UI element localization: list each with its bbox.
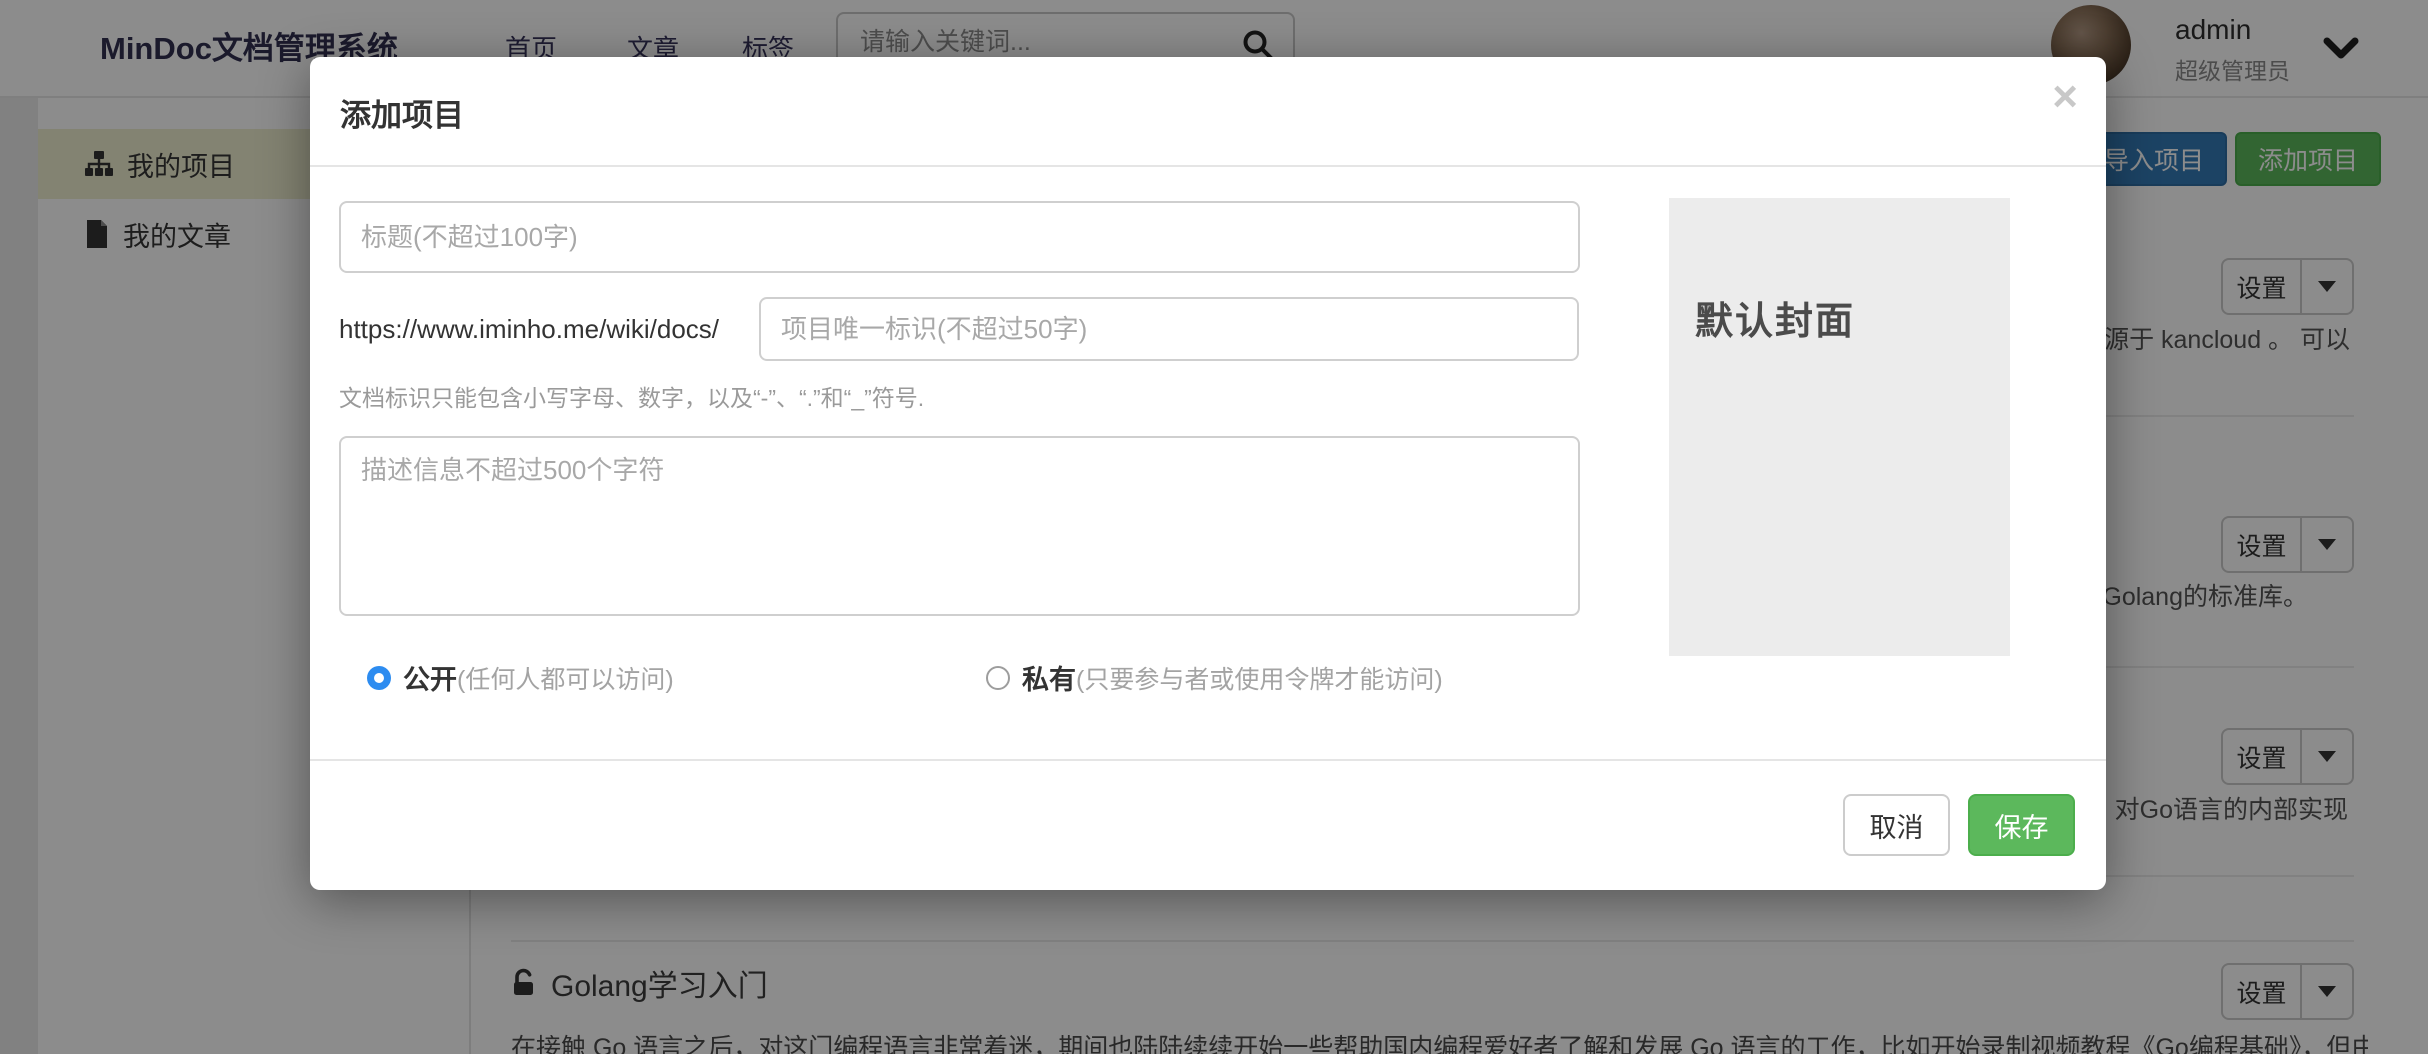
project-slug-input[interactable] [759, 297, 1579, 361]
modal-footer-divider [310, 759, 2106, 761]
modal-header: 添加项目 × [310, 57, 2106, 167]
public-note: (任何人都可以访问) [457, 660, 674, 696]
url-prefix-label: https://www.iminho.me/wiki/docs/ [339, 297, 719, 361]
project-title-input[interactable] [339, 201, 1580, 273]
project-description-textarea[interactable] [339, 436, 1580, 616]
app-screen: MinDoc文档管理系统 首页 文章 标签 admin 超级管理员 我的项目 [0, 0, 2428, 1054]
default-cover-preview: 默认封面 [1669, 198, 2010, 656]
modal-title: 添加项目 [340, 90, 464, 135]
radio-selected-icon[interactable] [367, 666, 391, 690]
private-note: (只要参与者或使用令牌才能访问) [1076, 660, 1443, 696]
close-icon[interactable]: × [2052, 75, 2078, 119]
default-cover-label: 默认封面 [1695, 290, 1855, 345]
public-label: 公开 [403, 658, 457, 697]
radio-unselected-icon[interactable] [986, 666, 1010, 690]
privacy-public-option[interactable]: 公开 (任何人都可以访问) [367, 658, 674, 697]
save-button[interactable]: 保存 [1968, 794, 2075, 856]
add-project-modal: 添加项目 × https://www.iminho.me/wiki/docs/ … [310, 57, 2106, 890]
private-label: 私有 [1022, 658, 1076, 697]
cancel-button[interactable]: 取消 [1843, 794, 1950, 856]
privacy-private-option[interactable]: 私有 (只要参与者或使用令牌才能访问) [986, 658, 1443, 697]
slug-help-text: 文档标识只能包含小写字母、数字，以及“-”、“.”和“_”符号. [339, 379, 924, 413]
